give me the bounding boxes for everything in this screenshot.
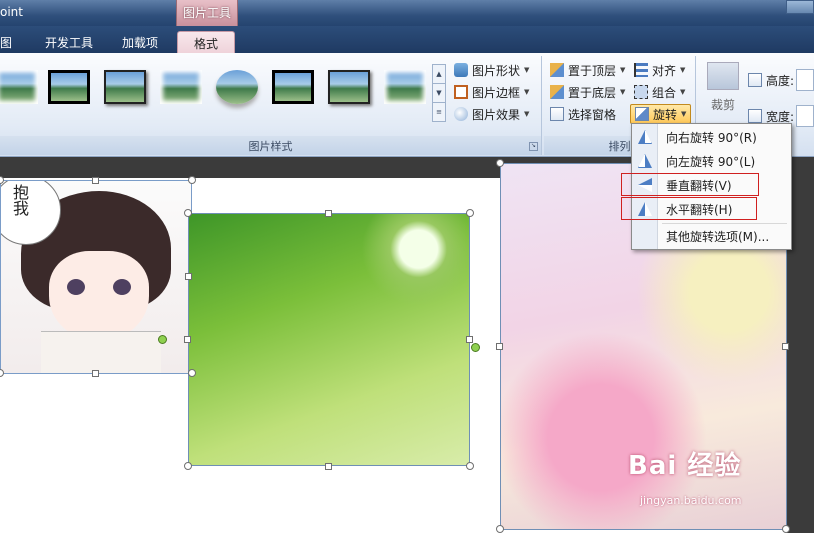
- resize-handle[interactable]: [466, 209, 474, 217]
- picture-border-button[interactable]: 图片边框 ▼: [454, 82, 529, 102]
- resize-handle[interactable]: [325, 210, 332, 217]
- selection-pane-button[interactable]: 选择窗格: [550, 104, 616, 124]
- selection-pane-icon: [550, 107, 564, 121]
- rotation-handle[interactable]: [471, 343, 480, 352]
- chevron-down-icon: ▼: [680, 66, 686, 74]
- resize-handle[interactable]: [466, 336, 473, 343]
- height-field[interactable]: [796, 69, 814, 91]
- height-label: 高度:: [748, 70, 794, 90]
- picture-effect-button[interactable]: 图片效果 ▼: [454, 104, 529, 124]
- bring-to-front-button[interactable]: 置于顶层 ▼: [550, 60, 625, 80]
- style-thumb[interactable]: [160, 70, 202, 104]
- tab-developer[interactable]: 开发工具: [45, 31, 105, 53]
- picture-anime[interactable]: 抱我: [0, 180, 192, 374]
- width-icon: [748, 109, 762, 123]
- tab-view[interactable]: 图: [0, 31, 20, 53]
- picture-border-icon: [454, 85, 468, 99]
- face-shape: [49, 251, 149, 341]
- resize-handle[interactable]: [466, 462, 474, 470]
- style-thumb[interactable]: [48, 70, 90, 104]
- resize-handle[interactable]: [185, 273, 192, 280]
- picture-effect-icon: [454, 107, 468, 121]
- resize-handle[interactable]: [496, 343, 503, 350]
- highlight-box-flip-horizontal: [621, 197, 757, 220]
- group-icon: [634, 85, 648, 99]
- height-icon: [748, 73, 762, 87]
- resize-handle[interactable]: [325, 463, 332, 470]
- title-bar: oint 图片工具: [0, 0, 814, 26]
- chevron-down-icon: ▼: [524, 66, 530, 74]
- bubble-text: 抱我: [10, 184, 29, 216]
- resize-handle[interactable]: [184, 462, 192, 470]
- resize-handle[interactable]: [496, 159, 504, 167]
- tab-format[interactable]: 格式: [177, 31, 235, 53]
- width-field[interactable]: [796, 105, 814, 127]
- rotate-icon: [635, 107, 649, 121]
- chevron-down-icon: ▼: [680, 88, 686, 96]
- baidu-watermark: Bai 经验: [628, 451, 742, 481]
- gallery-more-icon[interactable]: ≡: [433, 103, 445, 122]
- resize-handle[interactable]: [188, 176, 196, 184]
- align-icon: [634, 63, 648, 77]
- ribbon-tabs: 图 开发工具 加载项 格式: [0, 26, 814, 53]
- style-thumb[interactable]: [384, 70, 426, 104]
- rotate-button[interactable]: 旋转 ▼: [630, 104, 692, 124]
- style-thumb[interactable]: [328, 70, 370, 104]
- menu-item-rotate-right[interactable]: 向右旋转 90°(R): [632, 126, 791, 148]
- chevron-down-icon: ▼: [620, 88, 626, 96]
- style-thumb[interactable]: [0, 70, 38, 104]
- chevron-down-icon: ▼: [524, 110, 530, 118]
- resize-handle[interactable]: [92, 370, 99, 377]
- style-thumb[interactable]: [216, 70, 258, 104]
- picture-style-gallery: ▲ ▼ ≡: [0, 60, 446, 122]
- group-picture-styles: ▲ ▼ ≡ 图片形状 ▼ 图片边框 ▼ 图片效果 ▼ 图片样式 ↘: [0, 56, 542, 155]
- resize-handle[interactable]: [184, 336, 191, 343]
- chevron-down-icon: ▼: [620, 66, 626, 74]
- chevron-down-icon: ▼: [524, 88, 530, 96]
- chevron-down-icon: ▼: [681, 110, 687, 118]
- menu-item-more-rotation-options[interactable]: 其他旋转选项(M)...: [632, 225, 791, 247]
- eye-shape: [67, 279, 85, 295]
- resize-handle[interactable]: [782, 343, 789, 350]
- contextual-tab-label: 图片工具: [182, 6, 231, 20]
- gallery-down-icon[interactable]: ▼: [433, 84, 445, 103]
- rotate-right-icon: [638, 130, 652, 144]
- picture-green-flowers[interactable]: [188, 213, 470, 466]
- picture-shape-icon: [454, 63, 468, 77]
- group-button[interactable]: 组合 ▼: [634, 82, 685, 102]
- resize-handle[interactable]: [496, 525, 504, 533]
- crop-button[interactable]: 裁剪: [702, 60, 744, 120]
- rotation-handle[interactable]: [158, 335, 167, 344]
- highlight-box-flip-vertical: [621, 173, 759, 196]
- resize-handle[interactable]: [92, 177, 99, 184]
- bring-front-icon: [550, 63, 564, 77]
- window-controls[interactable]: [786, 0, 814, 14]
- contextual-tab-picture-tools: 图片工具: [176, 0, 238, 26]
- gallery-up-icon[interactable]: ▲: [433, 65, 445, 84]
- resize-handle[interactable]: [184, 209, 192, 217]
- gallery-scroll[interactable]: ▲ ▼ ≡: [432, 64, 446, 122]
- baidu-watermark-url: jingyan.baidu.com: [640, 494, 742, 507]
- rotate-left-icon: [638, 154, 652, 168]
- tab-addins[interactable]: 加载项: [122, 31, 170, 53]
- resize-handle[interactable]: [782, 525, 790, 533]
- group-label-picture-styles: 图片样式: [0, 136, 541, 155]
- menu-item-rotate-left[interactable]: 向左旋转 90°(L): [632, 150, 791, 172]
- resize-handle[interactable]: [188, 369, 196, 377]
- menu-separator: [662, 223, 787, 224]
- crop-icon: [707, 62, 739, 90]
- align-button[interactable]: 对齐 ▼: [634, 60, 685, 80]
- app-title: oint: [0, 5, 23, 19]
- eye-shape: [113, 279, 131, 295]
- send-to-back-button[interactable]: 置于底层 ▼: [550, 82, 625, 102]
- style-thumb[interactable]: [104, 70, 146, 104]
- send-back-icon: [550, 85, 564, 99]
- dialog-launcher-icon[interactable]: ↘: [529, 142, 538, 151]
- shirt-shape: [41, 331, 161, 373]
- style-thumb[interactable]: [272, 70, 314, 104]
- picture-shape-button[interactable]: 图片形状 ▼: [454, 60, 529, 80]
